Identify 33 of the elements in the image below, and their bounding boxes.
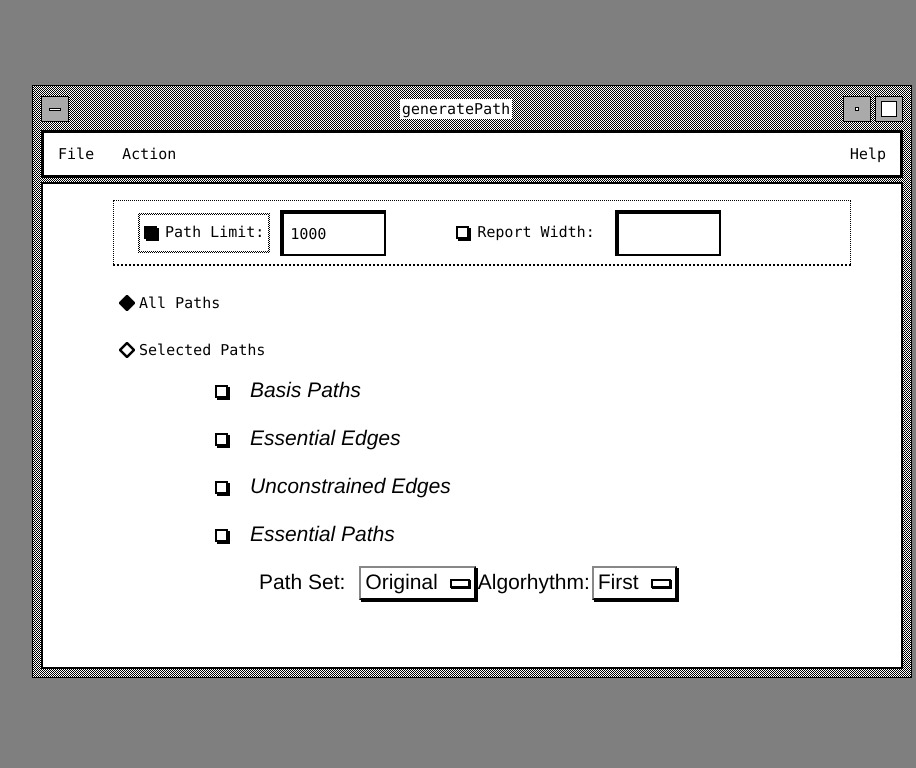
menu-item[interactable]: Action [118,142,180,166]
window-title: generatePath [400,99,512,119]
checkbox[interactable] [215,480,228,494]
path-set-label: Path Set: [259,570,346,596]
path-limit-field[interactable]: 1000 [280,210,386,256]
report-width-checkbox-label[interactable]: Report Width: [456,221,595,244]
report-width-field[interactable] [614,210,721,256]
path-type-checkbox-option[interactable]: Essential Paths [215,521,451,549]
checkbox[interactable] [144,226,157,239]
option-menu-indicator-icon [650,578,671,588]
checkbox[interactable] [215,432,228,446]
path-type-checkbox-option[interactable]: Basis Paths [215,377,451,405]
option-menu[interactable]: First [592,566,677,600]
radio-option[interactable]: All Paths [119,292,266,314]
checkbox[interactable] [215,528,228,542]
option-menu-indicator-icon [450,578,470,588]
radio-button[interactable] [119,295,135,312]
checkbox[interactable] [215,384,228,398]
checkbox[interactable] [456,226,470,239]
path-type-checkbox-option[interactable]: Unconstrained Edges [215,473,451,501]
menu-item[interactable]: File [54,142,98,166]
window-menu-button[interactable] [41,96,69,122]
menu-item[interactable]: Help [846,142,890,166]
radio-option[interactable]: Selected Paths [119,338,266,361]
maximize-button[interactable] [875,96,903,122]
minimize-button[interactable] [843,96,871,122]
path-limit-checkbox-label[interactable]: Path Limit: [140,214,268,250]
square-icon [881,101,897,117]
minus-icon [49,108,61,110]
path-type-checkbox-option[interactable]: Essential Edges [215,425,451,453]
algorithm-label: Algorhythm: [478,570,590,596]
option-menu[interactable]: Original [359,566,476,600]
radio-button[interactable] [119,342,135,358]
